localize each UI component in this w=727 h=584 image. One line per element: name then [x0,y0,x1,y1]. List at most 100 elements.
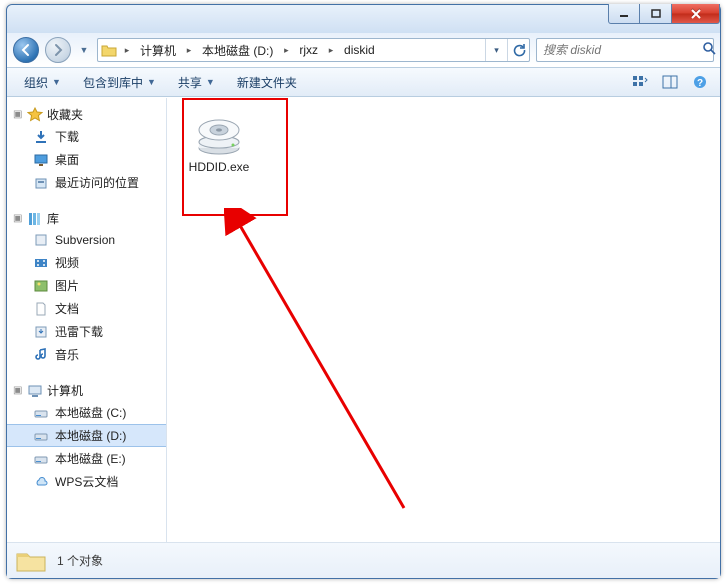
desktop-icon [33,152,49,168]
share-button[interactable]: 共享 ▼ [169,70,224,95]
recent-places-icon [33,175,49,191]
include-label: 包含到库中 [83,74,143,91]
drive-icon [33,428,49,444]
crumb-label: rjxz [299,43,318,57]
file-label: HDDID.exe [189,160,250,175]
preview-pane-button[interactable] [658,71,682,93]
favorites-icon [27,107,43,123]
chevron-down-icon: ▼ [206,77,215,87]
chevron-right-icon[interactable]: ▸ [120,45,134,56]
chevron-right-icon[interactable]: ▸ [182,45,196,56]
command-bar: 组织 ▼ 包含到库中 ▼ 共享 ▼ 新建文件夹 [7,67,720,97]
sidebar-item-label: 迅雷下载 [55,323,103,340]
download-icon [33,129,49,145]
close-button[interactable] [672,4,720,24]
organize-button[interactable]: 组织 ▼ [15,70,70,95]
share-label: 共享 [178,74,202,91]
sidebar-item-pictures[interactable]: 图片 [7,274,166,297]
crumb-label: 本地磁盘 (D:) [202,42,273,59]
sidebar-item-label: 最近访问的位置 [55,174,139,191]
sidebar-item-label: 音乐 [55,346,79,363]
nav-back-button[interactable] [13,37,39,63]
crumb-computer[interactable]: 计算机 [134,39,182,61]
expand-icon: ▣ [13,109,23,120]
titlebar [7,5,720,33]
sidebar-item-videos[interactable]: 视频 [7,251,166,274]
pictures-icon [33,278,49,294]
favorites-header[interactable]: ▣ 收藏夹 [7,104,166,125]
address-row: ▼ ▸ 计算机 ▸ 本地磁盘 (D:) ▸ rjxz ▸ diskid ▾ [7,33,720,67]
refresh-button[interactable] [507,39,529,61]
video-icon [33,255,49,271]
content-pane[interactable]: HDDID.exe [167,98,720,542]
sidebar-item-drive-d[interactable]: 本地磁盘 (D:) [7,424,166,447]
new-folder-label: 新建文件夹 [237,74,297,91]
computer-header[interactable]: ▣ 计算机 [7,380,166,401]
computer-label: 计算机 [47,382,83,399]
expand-icon: ▣ [13,213,23,224]
cloud-icon [33,474,49,490]
crumb-label: diskid [344,43,375,57]
sidebar-item-label: 下载 [55,128,79,145]
group-favorites: ▣ 收藏夹 下载 桌面 最近访问的位置 [7,104,166,194]
view-options-button[interactable] [628,71,652,93]
sidebar-item-desktop[interactable]: 桌面 [7,148,166,171]
subversion-icon [33,232,49,248]
help-button[interactable]: ? [688,71,712,93]
drive-icon [33,405,49,421]
nav-forward-button[interactable] [45,37,71,63]
expand-icon: ▣ [13,385,23,396]
music-icon [33,347,49,363]
sidebar-item-music[interactable]: 音乐 [7,343,166,366]
exe-drive-icon [195,112,243,156]
nav-history-dropdown[interactable]: ▼ [77,39,91,61]
sidebar-item-xunlei[interactable]: 迅雷下载 [7,320,166,343]
search-icon[interactable] [702,41,716,60]
navigation-pane[interactable]: ▣ 收藏夹 下载 桌面 最近访问的位置 [7,98,167,542]
chevron-right-icon[interactable]: ▸ [279,45,293,56]
sidebar-item-subversion[interactable]: Subversion [7,229,166,251]
search-box[interactable] [536,38,714,62]
sidebar-item-documents[interactable]: 文档 [7,297,166,320]
document-icon [33,301,49,317]
include-in-library-button[interactable]: 包含到库中 ▼ [74,70,165,95]
computer-icon [27,383,43,399]
minimize-button[interactable] [608,4,640,24]
sidebar-item-drive-c[interactable]: 本地磁盘 (C:) [7,401,166,424]
sidebar-item-wps-cloud[interactable]: WPS云文档 [7,470,166,493]
crumb-label: 计算机 [140,42,176,59]
chevron-down-icon: ▼ [52,77,61,87]
sidebar-item-label: 本地磁盘 (E:) [55,450,126,467]
favorites-label: 收藏夹 [47,106,83,123]
address-bar[interactable]: ▸ 计算机 ▸ 本地磁盘 (D:) ▸ rjxz ▸ diskid ▾ [97,38,530,62]
maximize-button[interactable] [640,4,672,24]
sidebar-item-label: Subversion [55,233,115,247]
sidebar-item-drive-e[interactable]: 本地磁盘 (E:) [7,447,166,470]
sidebar-item-label: WPS云文档 [55,473,118,490]
sidebar-item-label: 文档 [55,300,79,317]
file-grid: HDDID.exe [168,98,720,189]
folder-icon [98,43,120,57]
sidebar-item-recent[interactable]: 最近访问的位置 [7,171,166,194]
group-computer: ▣ 计算机 本地磁盘 (C:) 本地磁盘 (D:) 本地磁盘 (E:) [7,380,166,493]
sidebar-item-downloads[interactable]: 下载 [7,125,166,148]
crumb-drive-d[interactable]: 本地磁盘 (D:) [196,39,279,61]
folder-icon [15,547,47,575]
sidebar-item-label: 本地磁盘 (C:) [55,404,126,421]
sidebar-item-label: 桌面 [55,151,79,168]
sidebar-item-label: 视频 [55,254,79,271]
file-item[interactable]: HDDID.exe [178,106,260,181]
explorer-window: ▼ ▸ 计算机 ▸ 本地磁盘 (D:) ▸ rjxz ▸ diskid ▾ [6,4,721,579]
address-dropdown-button[interactable]: ▾ [485,39,507,61]
crumb-rjxz[interactable]: rjxz [293,39,324,61]
crumb-diskid[interactable]: diskid [338,39,381,61]
sidebar-item-label: 本地磁盘 (D:) [55,427,126,444]
status-count: 1 个对象 [57,552,103,569]
pane-splitter[interactable] [168,98,172,542]
chevron-down-icon: ▼ [147,77,156,87]
search-input[interactable] [541,42,702,58]
libraries-label: 库 [47,210,59,227]
new-folder-button[interactable]: 新建文件夹 [228,70,306,95]
chevron-right-icon[interactable]: ▸ [324,45,338,56]
libraries-header[interactable]: ▣ 库 [7,208,166,229]
